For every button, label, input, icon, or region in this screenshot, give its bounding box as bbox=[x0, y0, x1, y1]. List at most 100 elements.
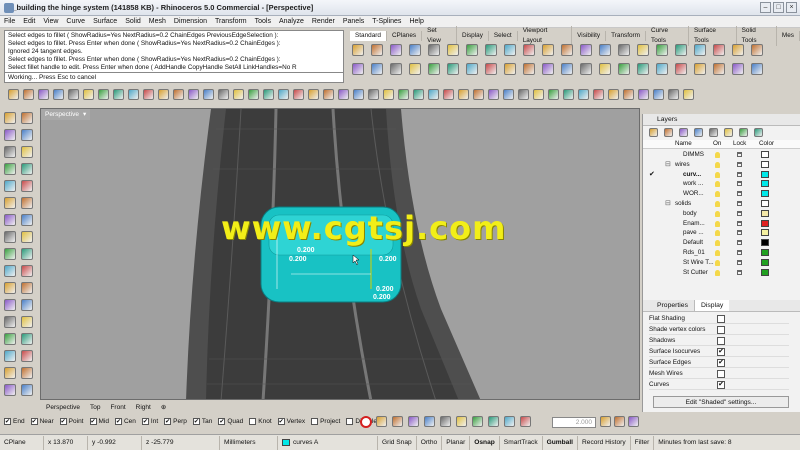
layer-color-swatch[interactable] bbox=[761, 190, 769, 198]
lock-icon[interactable] bbox=[737, 171, 742, 177]
units-label[interactable]: Millimeters bbox=[220, 435, 278, 450]
menu-item-file[interactable]: File bbox=[4, 18, 15, 25]
osnap-perp[interactable]: ✔ Perp bbox=[164, 417, 187, 425]
tool-icon[interactable] bbox=[428, 63, 440, 75]
tool-icon[interactable] bbox=[409, 44, 421, 56]
tool-icon[interactable] bbox=[21, 112, 33, 124]
lightbulb-icon[interactable] bbox=[715, 171, 720, 178]
tool-icon[interactable] bbox=[578, 89, 589, 100]
layer-row[interactable]: Default bbox=[643, 238, 800, 248]
display-setting-row[interactable]: Shadows bbox=[649, 336, 789, 346]
tool-icon[interactable] bbox=[456, 416, 467, 427]
lock-icon[interactable] bbox=[737, 210, 742, 216]
tool-icon[interactable] bbox=[599, 63, 611, 75]
tool-icon[interactable] bbox=[580, 63, 592, 75]
tool-icon[interactable] bbox=[424, 416, 435, 427]
tool-icon[interactable] bbox=[4, 180, 16, 192]
record-icon[interactable] bbox=[360, 416, 372, 428]
osnap-checkbox[interactable]: ✔ bbox=[30, 417, 38, 425]
tool-icon[interactable] bbox=[68, 89, 79, 100]
display-setting-checkbox[interactable] bbox=[717, 315, 725, 323]
layer-color-swatch[interactable] bbox=[761, 160, 769, 168]
tool-icon[interactable] bbox=[4, 299, 16, 311]
lightbulb-icon[interactable] bbox=[715, 230, 720, 237]
tool-icon[interactable] bbox=[4, 367, 16, 379]
tool-icon[interactable] bbox=[4, 146, 16, 158]
tool-icon[interactable] bbox=[561, 44, 573, 56]
tool-icon[interactable] bbox=[21, 248, 33, 260]
toolbar-tab-select[interactable]: Select bbox=[489, 30, 518, 41]
layer-color-swatch[interactable] bbox=[761, 209, 769, 217]
tool-icon[interactable] bbox=[21, 265, 33, 277]
layer-row[interactable]: DIMMS bbox=[643, 150, 800, 160]
layer-color-swatch[interactable] bbox=[761, 249, 769, 256]
tool-icon[interactable] bbox=[376, 416, 387, 427]
tool-icon[interactable] bbox=[466, 44, 478, 56]
display-setting-row[interactable]: Flat Shading bbox=[649, 314, 789, 324]
tool-icon[interactable] bbox=[428, 89, 439, 100]
tool-icon[interactable] bbox=[618, 63, 630, 75]
tool-icon[interactable] bbox=[518, 89, 529, 100]
tool-icon[interactable] bbox=[614, 416, 625, 427]
tool-icon[interactable] bbox=[21, 350, 33, 362]
tool-icon[interactable] bbox=[4, 333, 16, 345]
layer-color-swatch[interactable] bbox=[761, 239, 769, 247]
display-setting-checkbox[interactable] bbox=[717, 326, 725, 334]
tool-icon[interactable] bbox=[4, 248, 16, 260]
tool-icon[interactable] bbox=[8, 89, 19, 100]
collapse-icon[interactable]: ⊟ bbox=[665, 160, 671, 170]
command-prompt[interactable]: Working... Press Esc to cancel bbox=[4, 72, 344, 83]
menu-item-help[interactable]: Help bbox=[409, 18, 423, 25]
tool-icon[interactable] bbox=[383, 89, 394, 100]
osnap-checkbox[interactable]: ✔ bbox=[192, 417, 200, 425]
lock-icon[interactable] bbox=[737, 230, 742, 236]
tool-icon[interactable] bbox=[21, 367, 33, 379]
display-setting-row[interactable]: Surface Isocurves ✔ bbox=[649, 347, 789, 357]
smarttrack-toggle[interactable]: SmartTrack bbox=[500, 435, 543, 450]
tool-icon[interactable] bbox=[563, 89, 574, 100]
tool-icon[interactable] bbox=[694, 63, 706, 75]
maximize-button[interactable]: □ bbox=[773, 2, 784, 13]
menu-item-transform[interactable]: Transform bbox=[215, 18, 247, 25]
menu-item-tools[interactable]: Tools bbox=[255, 18, 271, 25]
tool-icon[interactable] bbox=[21, 316, 33, 328]
tool-icon[interactable] bbox=[649, 128, 658, 137]
tool-icon[interactable] bbox=[751, 44, 763, 56]
toolbar-tab-cplanes[interactable]: CPlanes bbox=[387, 30, 423, 41]
tool-icon[interactable] bbox=[21, 129, 33, 141]
tool-icon[interactable] bbox=[4, 231, 16, 243]
menu-item-surface[interactable]: Surface bbox=[93, 18, 117, 25]
tool-icon[interactable] bbox=[23, 89, 34, 100]
layer-color-swatch[interactable] bbox=[761, 229, 769, 237]
osnap-mid[interactable]: ✔ Mid bbox=[89, 417, 109, 425]
tool-icon[interactable] bbox=[352, 44, 364, 56]
lightbulb-icon[interactable] bbox=[715, 220, 720, 227]
menu-item-curve[interactable]: Curve bbox=[66, 18, 85, 25]
menu-item-edit[interactable]: Edit bbox=[23, 18, 35, 25]
lock-icon[interactable] bbox=[737, 269, 742, 275]
header-name[interactable]: Name bbox=[675, 140, 692, 147]
menu-item-solid[interactable]: Solid bbox=[125, 18, 141, 25]
tool-icon[interactable] bbox=[638, 89, 649, 100]
tool-icon[interactable] bbox=[390, 44, 402, 56]
tool-icon[interactable] bbox=[53, 89, 64, 100]
display-setting-checkbox[interactable] bbox=[717, 370, 725, 378]
osnap-int[interactable]: ✔ Int bbox=[141, 417, 158, 425]
tool-icon[interactable] bbox=[248, 89, 259, 100]
tool-icon[interactable] bbox=[293, 89, 304, 100]
osnap-end[interactable]: ✔ End bbox=[4, 417, 25, 425]
tool-icon[interactable] bbox=[637, 63, 649, 75]
lock-icon[interactable] bbox=[737, 152, 742, 157]
viewport-menu-icon[interactable]: ▾ bbox=[83, 109, 86, 120]
tool-icon[interactable] bbox=[21, 163, 33, 175]
ortho-toggle[interactable]: Ortho bbox=[417, 435, 443, 450]
layer-row[interactable]: work ... bbox=[643, 179, 800, 189]
tool-icon[interactable] bbox=[713, 63, 725, 75]
tool-icon[interactable] bbox=[143, 89, 154, 100]
header-lock[interactable]: Lock bbox=[733, 140, 746, 147]
tool-icon[interactable] bbox=[618, 44, 630, 56]
minimize-button[interactable]: – bbox=[760, 2, 771, 13]
tool-icon[interactable] bbox=[523, 44, 535, 56]
lock-icon[interactable] bbox=[737, 240, 742, 246]
tool-icon[interactable] bbox=[656, 63, 668, 75]
